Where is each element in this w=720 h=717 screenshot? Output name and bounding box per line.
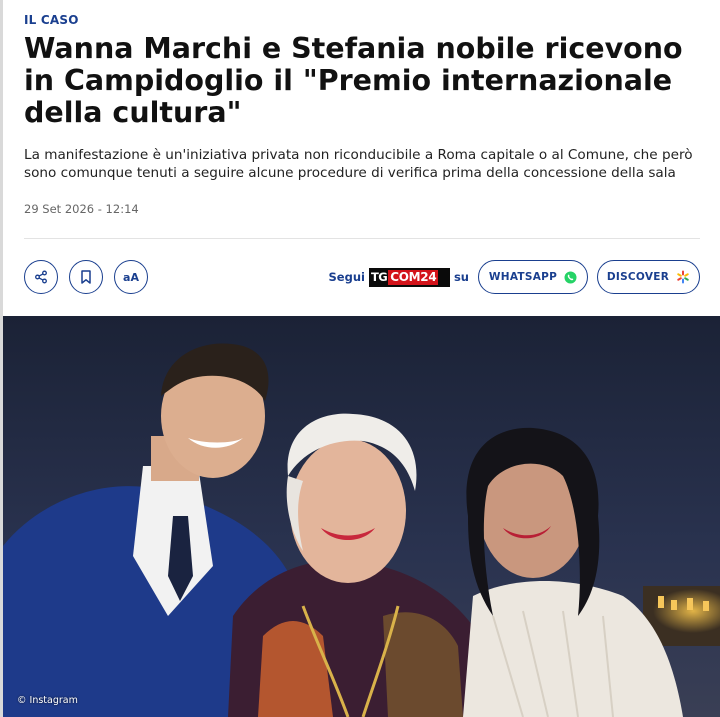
whatsapp-label: WHATSAPP <box>488 271 558 283</box>
article-kicker[interactable]: IL CASO <box>24 13 79 27</box>
bookmark-button[interactable] <box>69 260 103 294</box>
article-photo: © Instagram <box>3 316 720 717</box>
follow-suffix: su <box>453 270 469 284</box>
whatsapp-button[interactable]: WHATSAPP <box>478 260 588 294</box>
bookmark-icon <box>81 270 91 284</box>
discover-label: DISCOVER <box>606 271 670 283</box>
photo-illustration <box>3 316 720 717</box>
article-headline: Wanna Marchi e Stefania nobile ricevono … <box>24 32 683 129</box>
article-date: 29 Set 2026 - 12:14 <box>24 202 139 216</box>
discover-button[interactable]: DISCOVER <box>597 260 700 294</box>
brand-tg: TG <box>370 270 388 284</box>
discover-icon <box>677 270 689 284</box>
whatsapp-icon <box>564 271 577 283</box>
font-size-label: aA <box>123 270 139 284</box>
follow-prefix: Segui <box>328 270 365 284</box>
brand-com: COM24 <box>388 269 439 285</box>
share-icon <box>35 270 47 284</box>
tgcom24-logo[interactable]: TG COM24 <box>368 267 450 287</box>
article-summary: La manifestazione è un'iniziativa privat… <box>24 147 693 181</box>
share-button[interactable] <box>24 260 58 294</box>
font-size-button[interactable]: aA <box>114 260 148 294</box>
follow-bar: Segui TG COM24 su WHATSAPP DISCOVER <box>328 260 700 294</box>
photo-credit: © Instagram <box>17 695 78 706</box>
article-tools: aA <box>24 260 148 294</box>
divider <box>24 238 700 239</box>
